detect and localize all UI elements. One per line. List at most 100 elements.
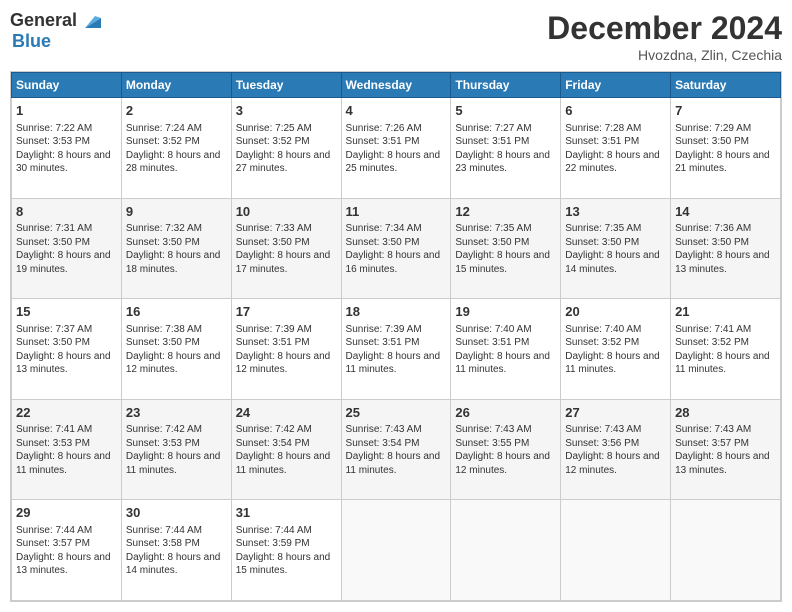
week-row-4: 22Sunrise: 7:41 AMSunset: 3:53 PMDayligh… (12, 399, 781, 500)
daylight-label-18: Daylight: 8 hours and 11 minutes. (346, 351, 441, 376)
sunset-21: Sunset: 3:52 PM (675, 337, 749, 348)
sunset-20: Sunset: 3:52 PM (565, 337, 639, 348)
daylight-label-10: Daylight: 8 hours and 17 minutes. (236, 250, 331, 275)
sunset-6: Sunset: 3:51 PM (565, 136, 639, 147)
daylight-label-17: Daylight: 8 hours and 12 minutes. (236, 351, 331, 376)
sunset-25: Sunset: 3:54 PM (346, 438, 420, 449)
daylight-label-19: Daylight: 8 hours and 11 minutes. (455, 351, 550, 376)
day-cell-27: 27Sunrise: 7:43 AMSunset: 3:56 PMDayligh… (561, 399, 671, 500)
month-title: December 2024 (547, 10, 782, 47)
day-number-24: 24 (236, 404, 337, 422)
day-number-28: 28 (675, 404, 776, 422)
logo-general-text: General (10, 11, 77, 31)
day-cell-5: 5Sunrise: 7:27 AMSunset: 3:51 PMDaylight… (451, 98, 561, 199)
day-number-15: 15 (16, 303, 117, 321)
daylight-label-22: Daylight: 8 hours and 11 minutes. (16, 451, 111, 476)
daylight-label-4: Daylight: 8 hours and 25 minutes. (346, 150, 441, 175)
sunrise-28: Sunrise: 7:43 AM (675, 424, 751, 435)
daylight-label-14: Daylight: 8 hours and 13 minutes. (675, 250, 770, 275)
day-cell-12: 12Sunrise: 7:35 AMSunset: 3:50 PMDayligh… (451, 198, 561, 299)
daylight-label-27: Daylight: 8 hours and 12 minutes. (565, 451, 660, 476)
col-tuesday: Tuesday (231, 73, 341, 98)
sunrise-15: Sunrise: 7:37 AM (16, 324, 92, 335)
day-cell-7: 7Sunrise: 7:29 AMSunset: 3:50 PMDaylight… (671, 98, 781, 199)
day-cell-23: 23Sunrise: 7:42 AMSunset: 3:53 PMDayligh… (121, 399, 231, 500)
col-monday: Monday (121, 73, 231, 98)
week-row-2: 8Sunrise: 7:31 AMSunset: 3:50 PMDaylight… (12, 198, 781, 299)
empty-cell-w5-d6 (671, 500, 781, 601)
sunrise-26: Sunrise: 7:43 AM (455, 424, 531, 435)
day-number-7: 7 (675, 102, 776, 120)
day-cell-18: 18Sunrise: 7:39 AMSunset: 3:51 PMDayligh… (341, 299, 451, 400)
sunset-5: Sunset: 3:51 PM (455, 136, 529, 147)
daylight-label-25: Daylight: 8 hours and 11 minutes. (346, 451, 441, 476)
day-number-26: 26 (455, 404, 556, 422)
day-number-27: 27 (565, 404, 666, 422)
day-number-2: 2 (126, 102, 227, 120)
day-cell-13: 13Sunrise: 7:35 AMSunset: 3:50 PMDayligh… (561, 198, 671, 299)
daylight-label-29: Daylight: 8 hours and 13 minutes. (16, 552, 111, 577)
day-cell-14: 14Sunrise: 7:36 AMSunset: 3:50 PMDayligh… (671, 198, 781, 299)
daylight-label-2: Daylight: 8 hours and 28 minutes. (126, 150, 221, 175)
empty-cell-w5-d5 (561, 500, 671, 601)
sunrise-2: Sunrise: 7:24 AM (126, 123, 202, 134)
week-row-3: 15 Sunrise: 7:37 AM Sunset: 3:50 PM Dayligh… (12, 299, 781, 400)
day-number-1: 1 (16, 102, 117, 120)
daylight-label-16: Daylight: 8 hours and 12 minutes. (126, 351, 221, 376)
day-number-4: 4 (346, 102, 447, 120)
empty-cell-w5-d3 (341, 500, 451, 601)
sunrise-7: Sunrise: 7:29 AM (675, 123, 751, 134)
day-number-19: 19 (455, 303, 556, 321)
sunset-11: Sunset: 3:50 PM (346, 237, 420, 248)
sunrise-19: Sunrise: 7:40 AM (455, 324, 531, 335)
day-cell-2: 2 Sunrise: 7:24 AM Sunset: 3:52 PM Daylight… (121, 98, 231, 199)
daylight-label-9: Daylight: 8 hours and 18 minutes. (126, 250, 221, 275)
calendar: Sunday Monday Tuesday Wednesday Thursday… (10, 71, 782, 602)
sunset-10: Sunset: 3:50 PM (236, 237, 310, 248)
col-thursday: Thursday (451, 73, 561, 98)
sunrise-10: Sunrise: 7:33 AM (236, 223, 312, 234)
logo-bird-icon (79, 10, 101, 32)
sunset-18: Sunset: 3:51 PM (346, 337, 420, 348)
day-cell-25: 25Sunrise: 7:43 AMSunset: 3:54 PMDayligh… (341, 399, 451, 500)
day-cell-19: 19Sunrise: 7:40 AMSunset: 3:51 PMDayligh… (451, 299, 561, 400)
sunset-22: Sunset: 3:53 PM (16, 438, 90, 449)
daylight-label-30: Daylight: 8 hours and 14 minutes. (126, 552, 221, 577)
col-saturday: Saturday (671, 73, 781, 98)
day-cell-20: 20Sunrise: 7:40 AMSunset: 3:52 PMDayligh… (561, 299, 671, 400)
day-cell-31: 31Sunrise: 7:44 AMSunset: 3:59 PMDayligh… (231, 500, 341, 601)
day-cell-4: 4 Sunrise: 7:26 AM Sunset: 3:51 PM Daylight… (341, 98, 451, 199)
sunset-9: Sunset: 3:50 PM (126, 237, 200, 248)
day-cell-8: 8Sunrise: 7:31 AMSunset: 3:50 PMDaylight… (12, 198, 122, 299)
sunrise-3: Sunrise: 7:25 AM (236, 123, 312, 134)
sunrise-21: Sunrise: 7:41 AM (675, 324, 751, 335)
sunrise-4: Sunrise: 7:26 AM (346, 123, 422, 134)
day-number-10: 10 (236, 203, 337, 221)
day-number-16: 16 (126, 303, 227, 321)
sunrise-17: Sunrise: 7:39 AM (236, 324, 312, 335)
sunrise-18: Sunrise: 7:39 AM (346, 324, 422, 335)
sunset-28: Sunset: 3:57 PM (675, 438, 749, 449)
sunset-4: Sunset: 3:51 PM (346, 136, 420, 147)
day-number-14: 14 (675, 203, 776, 221)
sunset-15: Sunset: 3:50 PM (16, 337, 90, 348)
daylight-label-12: Daylight: 8 hours and 15 minutes. (455, 250, 550, 275)
sunset-2: Sunset: 3:52 PM (126, 136, 200, 147)
sunset-8: Sunset: 3:50 PM (16, 237, 90, 248)
day-number-21: 21 (675, 303, 776, 321)
sunset-13: Sunset: 3:50 PM (565, 237, 639, 248)
daylight-label-15: Daylight: 8 hours and 13 minutes. (16, 351, 111, 376)
daylight-label-11: Daylight: 8 hours and 16 minutes. (346, 250, 441, 275)
header: General Blue December 2024 Hvozdna, Zlin… (10, 10, 782, 63)
day-number-22: 22 (16, 404, 117, 422)
day-number-31: 31 (236, 504, 337, 522)
week-row-1: 1Sunrise: 7:22 AMSunset: 3:53 PMDaylight… (12, 98, 781, 199)
col-friday: Friday (561, 73, 671, 98)
daylight-label-28: Daylight: 8 hours and 13 minutes. (675, 451, 770, 476)
day-cell-3: 3Sunrise: 7:25 AMSunset: 3:52 PMDaylight… (231, 98, 341, 199)
sunset-31: Sunset: 3:59 PM (236, 538, 310, 549)
sunset-1: Sunset: 3:53 PM (16, 136, 90, 147)
calendar-header: Sunday Monday Tuesday Wednesday Thursday… (12, 73, 781, 98)
daylight-label-8: Daylight: 8 hours and 19 minutes. (16, 250, 111, 275)
sunset-30: Sunset: 3:58 PM (126, 538, 200, 549)
